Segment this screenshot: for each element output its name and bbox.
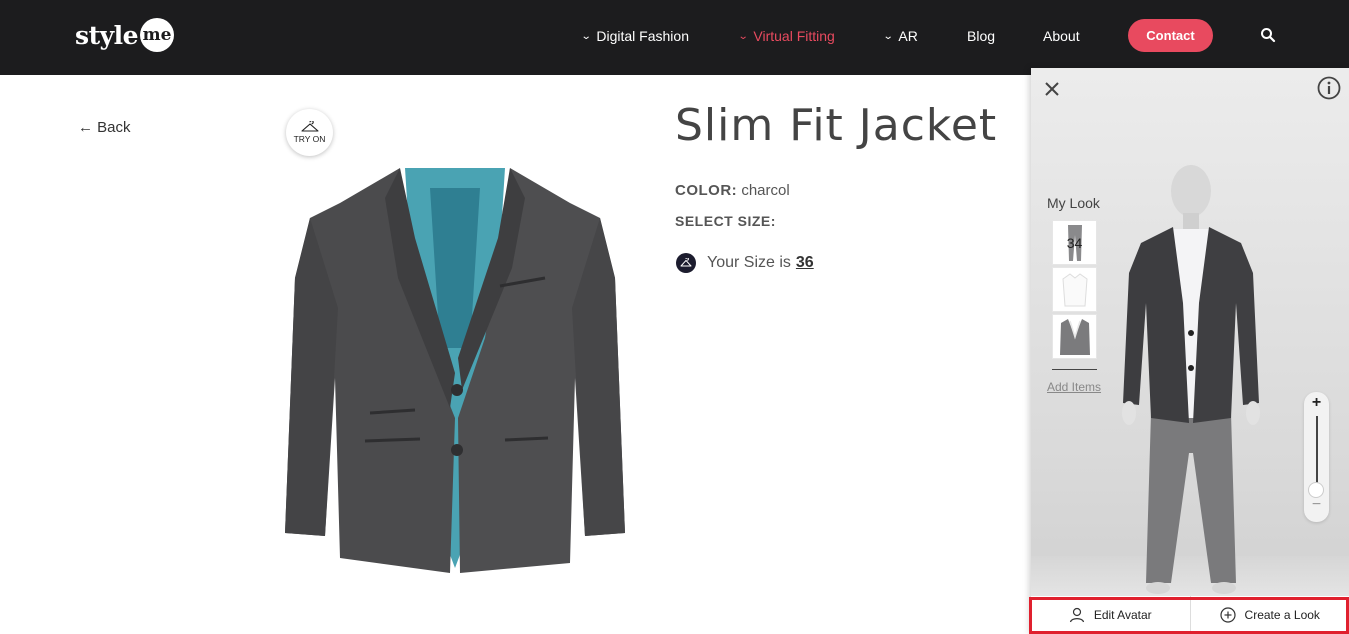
nav-label: About	[1043, 28, 1080, 44]
try-on-button[interactable]: TRY ON	[286, 109, 333, 156]
user-icon	[1069, 607, 1084, 623]
select-size-label: SELECT SIZE:	[675, 213, 776, 229]
zoom-track[interactable]	[1316, 416, 1318, 488]
panel-footer: Edit Avatar Create a Look	[1031, 596, 1349, 634]
nav-label: Virtual Fitting	[753, 28, 835, 44]
shirt-thumbnail	[1061, 272, 1088, 306]
virtual-fitting-panel: My Look 34 Add Items + − Edit Avatar Cre…	[1031, 68, 1349, 634]
product-color: COLOR: charcol	[675, 182, 790, 199]
add-items-link[interactable]: Add Items	[1047, 380, 1101, 394]
chevron-down-icon: ⌄	[882, 30, 894, 42]
back-link[interactable]: ← Back	[78, 119, 131, 136]
look-item-pants[interactable]: 34	[1052, 220, 1097, 265]
nav-ar[interactable]: ⌄ AR	[882, 28, 918, 44]
contact-button[interactable]: Contact	[1128, 19, 1213, 52]
close-icon[interactable]	[1043, 80, 1061, 98]
thumb-divider	[1052, 369, 1097, 370]
info-icon[interactable]	[1317, 76, 1341, 100]
logo-badge: me	[140, 18, 175, 52]
site-logo[interactable]: style me	[75, 18, 175, 52]
edit-avatar-label: Edit Avatar	[1093, 608, 1152, 622]
hanger-icon	[300, 121, 319, 132]
site-header: style me ⌄ Digital Fashion ⌄ Virtual Fit…	[0, 0, 1349, 75]
look-item-jacket[interactable]	[1052, 314, 1097, 359]
zoom-in-button[interactable]: +	[1304, 394, 1329, 412]
nav-digital-fashion[interactable]: ⌄ Digital Fashion	[580, 28, 689, 44]
try-on-label: TRY ON	[293, 134, 326, 144]
nav-blog[interactable]: Blog	[967, 28, 995, 44]
your-size-recommendation[interactable]: Your Size is 36	[676, 253, 814, 273]
nav-label: AR	[898, 28, 918, 44]
avatar-model[interactable]	[1111, 163, 1271, 603]
look-item-shirt[interactable]	[1052, 267, 1097, 312]
create-look-button[interactable]: Create a Look	[1189, 596, 1349, 634]
chevron-down-icon: ⌄	[737, 30, 749, 42]
nav-virtual-fitting[interactable]: ⌄ Virtual Fitting	[737, 28, 835, 44]
look-item-size: 34	[1066, 234, 1083, 251]
nav-label: Digital Fashion	[596, 28, 689, 44]
nav-about[interactable]: About	[1043, 28, 1080, 44]
your-size-value[interactable]: 36	[796, 254, 814, 272]
color-value: charcol	[741, 182, 790, 199]
logo-text: style	[75, 20, 139, 50]
chevron-down-icon: ⌄	[580, 30, 592, 42]
nav-label: Blog	[967, 28, 996, 44]
zoom-out-button[interactable]: −	[1304, 496, 1329, 514]
your-size-label: Your Size is	[707, 254, 791, 271]
jacket-thumbnail	[1059, 318, 1090, 355]
my-look-label: My Look	[1047, 195, 1100, 211]
product-title: Slim Fit Jacket	[675, 100, 998, 151]
plus-circle-icon	[1219, 607, 1236, 623]
create-look-label: Create a Look	[1244, 608, 1320, 622]
jacket-product-image	[285, 168, 625, 573]
hanger-icon	[676, 253, 696, 273]
color-label: COLOR:	[675, 182, 738, 199]
zoom-slider[interactable]: + −	[1304, 392, 1329, 522]
search-icon[interactable]	[1260, 27, 1276, 43]
edit-avatar-button[interactable]: Edit Avatar	[1031, 596, 1190, 634]
